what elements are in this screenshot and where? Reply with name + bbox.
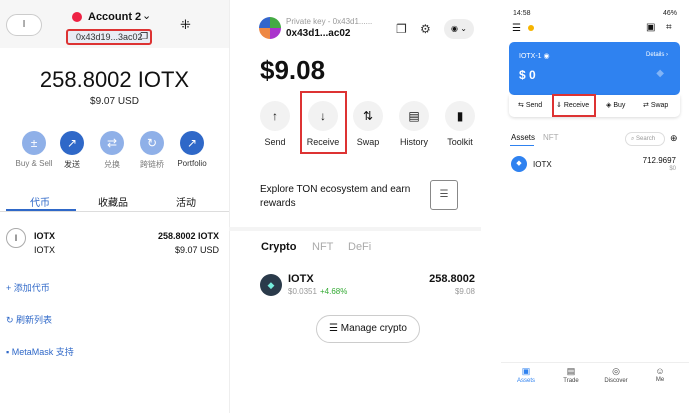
- token-value: $0: [669, 166, 676, 172]
- add-token-link[interactable]: + 添加代币: [6, 281, 50, 294]
- copy-icon[interactable]: ❐: [396, 22, 407, 36]
- token-symbol[interactable]: IOTX: [34, 231, 55, 241]
- nav-me[interactable]: ☺ Me: [645, 366, 675, 383]
- swap-button[interactable]: ⇅ Swap: [350, 101, 386, 147]
- section-divider: [229, 227, 481, 231]
- buy-button[interactable]: ◈ Buy: [606, 101, 625, 109]
- token-amount: 712.9697: [642, 156, 676, 165]
- token-usd: $9.08: [454, 287, 475, 296]
- metamask-panel: I Account 2 ⌄ 0x43d19...3ac02 ❐ ⁜ 258.80…: [0, 0, 229, 413]
- arrow-up-icon: ↑: [260, 101, 290, 131]
- status-time: 14:58: [513, 10, 531, 17]
- user-icon: ☺: [655, 366, 665, 376]
- tab-crypto[interactable]: Crypto: [261, 241, 296, 253]
- wallet-icon[interactable]: ▣: [646, 22, 655, 33]
- wallet-avatar[interactable]: [259, 17, 281, 39]
- token-sub: IOTX: [34, 245, 56, 255]
- receive-highlight: [300, 91, 347, 154]
- history-button[interactable]: ▤ History: [396, 101, 432, 147]
- token-price: $0.0351: [288, 287, 317, 296]
- manage-crypto-button[interactable]: ☰ Manage crypto: [316, 315, 420, 343]
- iotx-token-icon: ◆: [260, 274, 282, 296]
- tab-defi[interactable]: DeFi: [348, 241, 371, 253]
- send-button[interactable]: ↗ 发送: [52, 131, 92, 170]
- portfolio-button[interactable]: ↗ Portfolio: [172, 131, 212, 168]
- token-symbol[interactable]: IOTX: [288, 273, 314, 285]
- swap-button[interactable]: ⇄ Swap: [643, 101, 668, 109]
- bridge-button[interactable]: ↻ 跨链桥: [132, 131, 172, 170]
- token-usd: $9.07 USD: [174, 245, 219, 255]
- token-change: +4.68%: [320, 287, 348, 296]
- nav-trade[interactable]: ▤ Trade: [556, 366, 586, 384]
- buy-sell-icon: ±: [22, 131, 46, 155]
- menu-icon[interactable]: ☰: [512, 23, 521, 34]
- toolkit-button[interactable]: ▮ Toolkit: [442, 101, 478, 147]
- nav-discover[interactable]: ◎ Discover: [601, 366, 631, 384]
- iotx-token-icon: ◆: [511, 156, 527, 172]
- gear-icon[interactable]: ⚙: [420, 22, 431, 36]
- iotx-logo-icon: ◆: [656, 68, 664, 79]
- chevron-down-icon[interactable]: ⌄: [142, 9, 151, 22]
- support-link[interactable]: ▪ MetaMask 支持: [6, 345, 74, 358]
- tab-nft[interactable]: NFT: [312, 241, 333, 253]
- toolkit-icon: ▮: [445, 101, 475, 131]
- search-input[interactable]: ⌕ Search: [625, 132, 665, 146]
- wallet-name: IOTX-1 ◉: [519, 53, 550, 60]
- promo-banner[interactable]: Explore TON ecosystem and earn rewards: [260, 183, 430, 211]
- history-icon: ▤: [399, 101, 429, 131]
- tab-activity[interactable]: 活动: [176, 194, 196, 209]
- portfolio-icon: ↗: [180, 131, 204, 155]
- send-button[interactable]: ⇆ Send: [518, 101, 542, 109]
- eye-icon: ◉: [543, 53, 550, 60]
- tab-divider: [0, 211, 229, 212]
- tab-nft[interactable]: NFT: [543, 133, 559, 142]
- assets-icon: ▣: [521, 366, 531, 376]
- token-amount: 258.8002 IOTX: [157, 231, 219, 241]
- account-avatar: [72, 12, 82, 22]
- status-battery: 46%: [662, 10, 677, 17]
- balance-usd: $9.07 USD: [90, 96, 139, 107]
- trade-icon: ▤: [566, 366, 576, 376]
- wallet-card[interactable]: IOTX-1 ◉ Details › $ 0 ◆: [509, 42, 680, 95]
- nav-assets[interactable]: ▣ Assets: [511, 366, 541, 384]
- token-amount: 258.8002: [429, 273, 475, 285]
- bridge-icon: ↻: [140, 131, 164, 155]
- send-icon: ⇆: [518, 102, 526, 109]
- iotx-token-icon: I: [6, 228, 26, 248]
- wallet-address[interactable]: 0x43d1...ac02: [286, 28, 351, 39]
- wallet-balance: $ 0: [519, 68, 536, 82]
- clipboard-icon: ☰: [430, 180, 458, 210]
- swap-button[interactable]: ⇄ 兑换: [92, 131, 132, 170]
- send-button[interactable]: ↑ Send: [257, 101, 293, 147]
- connected-sites-icon[interactable]: ⁜: [180, 17, 191, 33]
- swap-icon: ⇄: [643, 102, 651, 109]
- balance: 258.8002 IOTX: [39, 67, 190, 92]
- receive-highlight: [552, 94, 596, 117]
- tab-assets[interactable]: Assets: [511, 133, 535, 142]
- network-selector[interactable]: ◉ ⌄: [444, 19, 474, 39]
- total-balance: $9.08: [260, 55, 326, 85]
- compass-icon: ◎: [612, 366, 620, 376]
- tab-tokens[interactable]: 代币: [30, 194, 50, 209]
- scan-icon[interactable]: ⌗: [666, 22, 672, 33]
- tab-indicator: [510, 145, 534, 146]
- copy-icon[interactable]: ❐: [140, 31, 148, 42]
- notification-dot: [528, 25, 534, 31]
- swap-icon: ⇅: [353, 101, 383, 131]
- refresh-list-link[interactable]: ↻ 刷新列表: [6, 313, 52, 326]
- sliders-icon: ☰: [329, 323, 341, 334]
- add-token-icon[interactable]: ⊕: [670, 133, 678, 144]
- buy-sell-button[interactable]: ± Buy & Sell: [14, 131, 54, 168]
- details-link[interactable]: Details ›: [646, 52, 668, 58]
- token-symbol[interactable]: IOTX: [533, 160, 552, 169]
- account-name[interactable]: Account 2: [88, 11, 141, 23]
- private-key-label: Private key - 0x43d1......: [286, 17, 373, 26]
- network-selector[interactable]: I: [6, 14, 42, 36]
- swap-icon: ⇄: [100, 131, 124, 155]
- send-icon: ↗: [60, 131, 84, 155]
- tab-collectibles[interactable]: 收藏品: [98, 194, 128, 209]
